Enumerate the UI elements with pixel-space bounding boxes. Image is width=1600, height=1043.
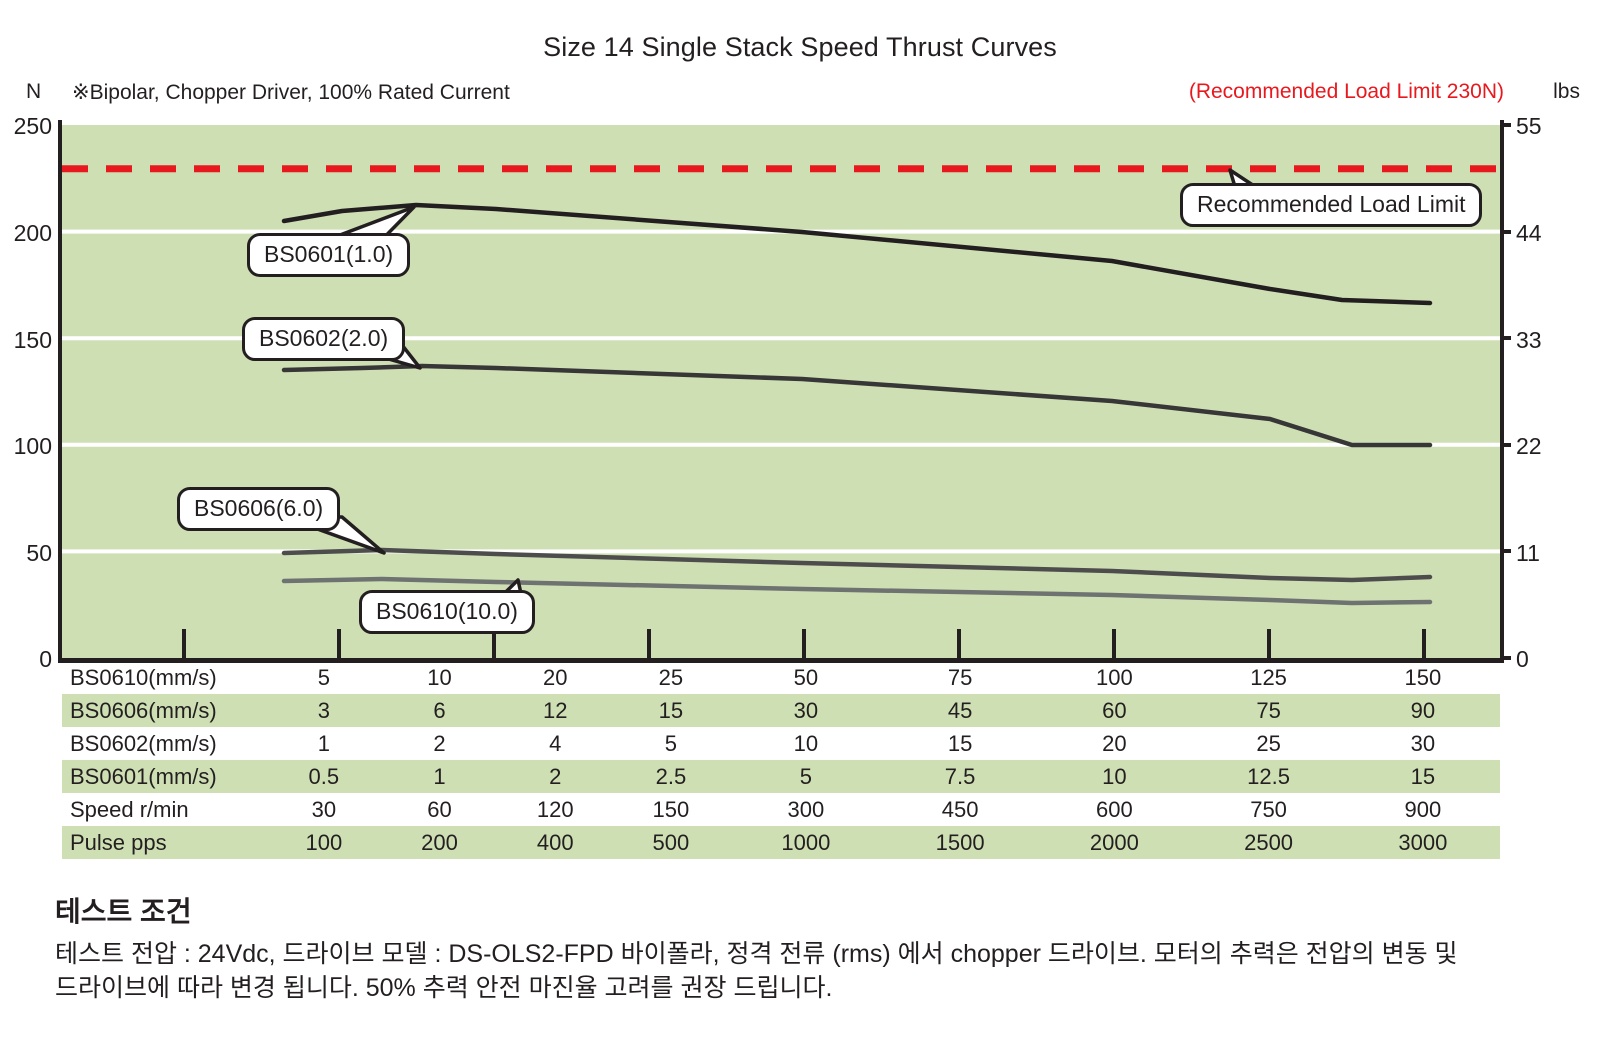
y-tick-left-0: 0 (39, 646, 52, 672)
speed-thrust-curve-page: Size 14 Single Stack Speed Thrust Curves… (0, 0, 1600, 1043)
table-row: BS0610(mm/s) 5 10 20 25 50 75 100 125 150 (62, 661, 1500, 694)
axis-line-right (1500, 120, 1504, 663)
table-cell: 150 (652, 796, 690, 822)
y-tick-left-200: 200 (13, 220, 52, 246)
table-cell: 200 (421, 829, 458, 855)
table-cell: 2000 (1089, 829, 1139, 855)
axis-unit-right: lbs (1553, 80, 1580, 103)
table-row: BS0606(mm/s) 3 6 12 15 30 45 60 75 90 (62, 694, 1500, 727)
chart-plot-area: BS0601(1.0) BS0602(2.0) BS0606(6.0) BS06… (58, 120, 1504, 663)
curve-bs0602 (281, 363, 1433, 448)
callout-leaders (272, 168, 1294, 627)
table-row-label: BS0601(mm/s) (70, 763, 217, 789)
test-condition-note: ※Bipolar, Chopper Driver, 100% Rated Cur… (72, 81, 510, 104)
speed-data-table: BS0610(mm/s) 5 10 20 25 50 75 100 125 150 BS0606(m… (62, 661, 1500, 859)
table-cell: 4 (549, 730, 562, 756)
table-cell: 150 (1404, 664, 1442, 690)
table-cell: 75 (1256, 697, 1281, 723)
table-cell: 1500 (935, 829, 985, 855)
table-cell: 5 (799, 763, 812, 789)
table-cell: 12 (542, 697, 568, 723)
table-cell: 750 (1250, 796, 1287, 822)
table-cell: 15 (1410, 763, 1436, 789)
table-cell: 45 (947, 697, 973, 723)
table-cell: 2 (433, 730, 446, 756)
y-tick-right-11: 11 (1516, 540, 1540, 566)
recommended-load-limit-note: (Recommended Load Limit 230N) (1188, 80, 1504, 103)
table-row: BS0601(mm/s) 0.5 1 2 2.5 5 7.5 10 12.5 15 (62, 760, 1500, 793)
y-tick-right-0: 0 (1516, 646, 1529, 672)
table-cell: 30 (793, 697, 819, 723)
table-cell: 60 (427, 796, 452, 822)
table-cell: 12.5 (1247, 763, 1290, 789)
table-cell: 10 (793, 730, 819, 756)
callout-bs0601[interactable]: BS0601(1.0) (247, 233, 411, 278)
table-row-label: BS0602(mm/s) (70, 730, 217, 756)
y-tick-right-44: 44 (1516, 220, 1542, 246)
table-row-label: BS0606(mm/s) (70, 697, 217, 723)
callout-load-limit[interactable]: Recommended Load Limit (1180, 183, 1483, 228)
table-cell: 2 (549, 763, 562, 789)
table-cell: 25 (658, 664, 684, 690)
table-cell: 50 (793, 664, 819, 690)
table-cell: 60 (1102, 697, 1127, 723)
axis-unit-left: N (26, 80, 42, 103)
table-row-label: Pulse pps (70, 829, 167, 855)
table-cell: 20 (542, 664, 568, 690)
table-cell: 15 (947, 730, 973, 756)
table-cell: 1 (317, 730, 330, 756)
table-row: Speed r/min 30 60 120 150 300 450 600 750 900 (62, 793, 1500, 826)
table-cell: 30 (1410, 730, 1436, 756)
table-cell: 2.5 (655, 763, 687, 789)
table-cell: 10 (427, 664, 452, 690)
table-cell: 5 (317, 664, 330, 690)
callout-bs0610[interactable]: BS0610(10.0) (359, 590, 535, 635)
table-cell: 0.5 (308, 763, 340, 789)
page-title: Size 14 Single Stack Speed Thrust Curves (543, 32, 1057, 62)
table-cell: 10 (1102, 763, 1127, 789)
table-row-label: Speed r/min (70, 796, 189, 822)
table-cell: 75 (947, 664, 973, 690)
table-cell: 450 (941, 796, 979, 822)
table-cell: 100 (305, 829, 343, 855)
table-cell: 900 (1404, 796, 1442, 822)
table-cell: 125 (1250, 664, 1287, 690)
table-cell: 300 (787, 796, 825, 822)
callout-bs0602[interactable]: BS0602(2.0) (242, 317, 406, 362)
table-cell: 1 (433, 763, 446, 789)
table-cell: 400 (536, 829, 574, 855)
table-cell: 5 (664, 730, 678, 756)
y-tick-right-55: 55 (1516, 113, 1542, 139)
test-conditions-body: 테스트 전압 : 24Vdc, 드라이브 모델 : DS-OLS2-FPD 바이… (55, 940, 1458, 1002)
table-cell: 3 (317, 697, 330, 723)
y-tick-left-150: 150 (13, 327, 52, 353)
table-cell: 600 (1095, 796, 1133, 822)
table-row-label: BS0610(mm/s) (70, 664, 217, 690)
table-row: BS0602(mm/s) 1 2 4 5 10 15 20 25 30 (62, 727, 1500, 760)
table-cell: 20 (1102, 730, 1127, 756)
y-tick-left-100: 100 (13, 433, 52, 459)
table-cell: 90 (1410, 697, 1436, 723)
table-cell: 6 (433, 697, 446, 723)
table-row: Pulse pps 100 200 400 500 1000 1500 2000 2500 300… (62, 826, 1500, 859)
table-cell: 500 (652, 829, 690, 855)
table-cell: 1000 (781, 829, 831, 855)
callout-bs0606[interactable]: BS0606(6.0) (177, 487, 341, 532)
table-cell: 100 (1095, 664, 1133, 690)
test-conditions-heading: 테스트 조건 (55, 896, 192, 927)
table-cell: 7.5 (944, 763, 976, 789)
y-tick-left-50: 50 (26, 540, 52, 566)
table-cell: 25 (1256, 730, 1281, 756)
y-tick-right-22: 22 (1516, 433, 1542, 459)
curve-bs0606 (281, 547, 1433, 583)
table-cell: 2500 (1244, 829, 1294, 855)
table-cell: 30 (311, 796, 337, 822)
table-cell: 3000 (1398, 829, 1448, 855)
table-body: BS0610(mm/s) 5 10 20 25 50 75 100 125 150 BS0606(m… (62, 661, 1500, 859)
y-tick-left-250: 250 (13, 113, 52, 139)
table-cell: 15 (658, 697, 684, 723)
table-cell: 120 (536, 796, 574, 822)
y-tick-right-33: 33 (1516, 327, 1542, 353)
